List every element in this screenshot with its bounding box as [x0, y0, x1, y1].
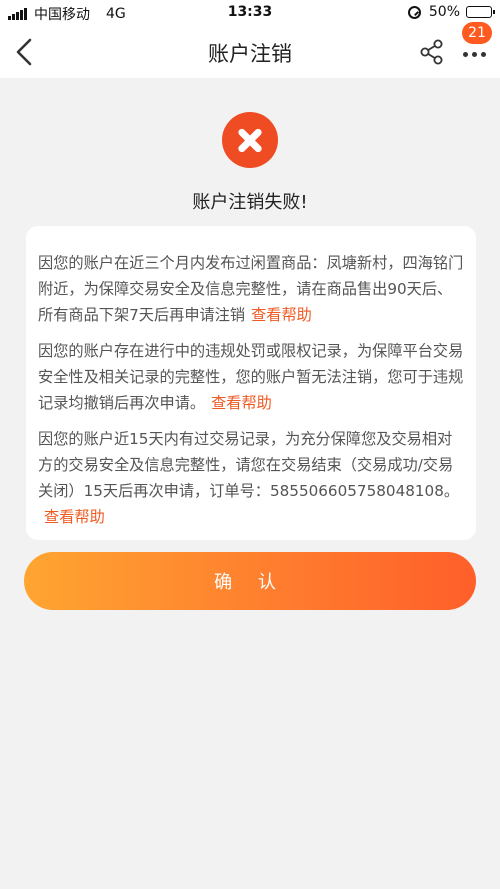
- status-right: 50%: [407, 4, 495, 20]
- nav-bar: 账户注销: [0, 26, 500, 78]
- notification-badge: 21: [462, 22, 492, 44]
- battery-percent: 50%: [428, 4, 460, 20]
- close-circle-icon: [222, 112, 278, 168]
- share-icon: [420, 39, 443, 65]
- result-title: 账户注销失败!: [192, 192, 308, 213]
- reason-item: 因您的账户存在进行中的违规处罚或限权记录，为保障平台交易安全性及相关记录的完整性…: [38, 338, 464, 416]
- status-bar: 中国移动 4G 13:33 50%: [0, 0, 500, 26]
- more-dots-icon: [463, 52, 490, 57]
- reasons-card: 因您的账户在近三个月内发布过闲置商品：凤塘新村，四海铭门附近，为保障交易安全及信…: [26, 226, 476, 540]
- reason-item: 因您的账户近15天内有过交易记录，为充分保障您及交易相对方的交易安全及信息完整性…: [38, 426, 464, 530]
- help-link[interactable]: 查看帮助: [44, 508, 105, 526]
- share-button[interactable]: [416, 36, 448, 68]
- reason-text: 因您的账户近15天内有过交易记录，为充分保障您及交易相对方的交易安全及信息完整性…: [38, 430, 460, 500]
- battery-icon: [466, 6, 495, 18]
- confirm-button[interactable]: 确 认: [24, 552, 476, 610]
- orientation-lock-icon: [407, 5, 421, 19]
- help-link[interactable]: 查看帮助: [211, 394, 272, 412]
- help-link[interactable]: 查看帮助: [251, 306, 312, 324]
- reason-item: 因您的账户在近三个月内发布过闲置商品：凤塘新村，四海铭门附近，为保障交易安全及信…: [38, 250, 464, 328]
